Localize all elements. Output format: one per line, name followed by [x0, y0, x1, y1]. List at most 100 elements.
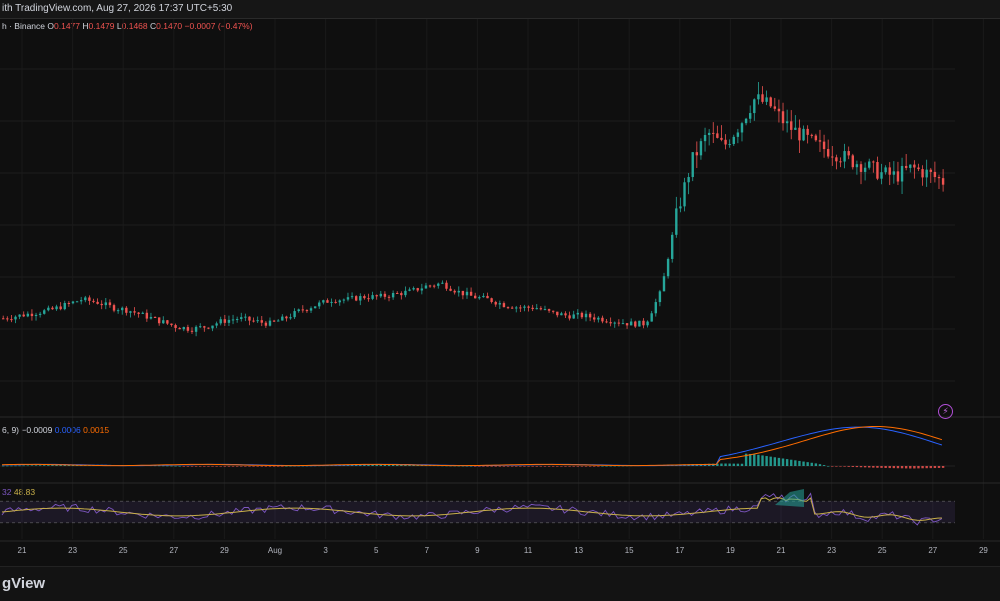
macd-histogram-bar: [790, 459, 793, 466]
candle-body: [728, 144, 731, 146]
candle-body: [597, 317, 600, 320]
candle-body: [235, 318, 239, 320]
candle-body: [543, 309, 547, 311]
candle-body: [432, 285, 436, 287]
candle-body: [691, 152, 694, 178]
macd-histogram-bar: [531, 466, 534, 467]
candle-body: [482, 295, 485, 298]
macd-histogram-bar: [925, 466, 928, 469]
macd-histogram-bar: [822, 465, 826, 466]
candle-body: [350, 296, 354, 298]
candle-body: [588, 313, 592, 318]
candle-body: [658, 291, 662, 303]
candle-body: [863, 167, 867, 172]
macd-histogram-bar: [802, 461, 805, 466]
macd-histogram-bar: [235, 466, 239, 467]
candle-body: [855, 164, 859, 168]
candle-body: [671, 234, 674, 259]
x-tick-label: 29: [979, 546, 988, 555]
candle-body: [744, 118, 748, 124]
macd-histogram-bar: [913, 466, 916, 469]
candle-body: [510, 307, 514, 309]
x-tick-label: Aug: [268, 546, 282, 555]
macd-histogram-bar: [498, 466, 502, 467]
macd-histogram-bar: [794, 460, 797, 466]
macd-histogram-bar: [909, 466, 912, 469]
macd-histogram-bar: [597, 466, 600, 467]
macd-histogram-bar: [584, 466, 588, 467]
candle-body: [859, 164, 863, 172]
candle-body: [654, 302, 657, 314]
candle-body: [203, 326, 206, 328]
candle-body: [145, 312, 149, 319]
candle-body: [285, 316, 288, 319]
macd-histogram-bar: [847, 466, 850, 467]
candle-body: [453, 290, 456, 293]
candle-body: [34, 314, 38, 317]
candle-body: [765, 97, 768, 102]
x-tick-label: 27: [928, 546, 937, 555]
candle-body: [917, 167, 920, 170]
candle-body: [194, 326, 198, 332]
macd-histogram-bar: [543, 466, 547, 467]
macd-histogram-bar: [736, 463, 740, 466]
candle-body: [342, 299, 346, 301]
candle-body: [478, 297, 481, 299]
x-tick-label: 15: [625, 546, 634, 555]
macd-histogram-bar: [917, 466, 920, 469]
candle-body: [539, 308, 543, 310]
macd-histogram-bar: [34, 465, 38, 466]
candle-body: [802, 128, 805, 141]
candle-body: [289, 317, 292, 319]
macd-histogram-bar: [851, 466, 854, 467]
macd-histogram-bar: [252, 466, 255, 467]
candle-body: [781, 111, 785, 124]
macd-histogram-bar: [211, 466, 214, 467]
candle-body: [293, 311, 296, 318]
candle-body: [248, 316, 251, 321]
macd-histogram-bar: [720, 463, 723, 466]
candle-body: [761, 94, 764, 102]
candle-body: [798, 127, 801, 141]
macd-histogram-bar: [748, 453, 752, 466]
candle-body: [474, 295, 477, 299]
candle-body: [445, 282, 448, 289]
candle-body: [547, 309, 551, 311]
macd-histogram-bar: [732, 463, 735, 466]
candle-body: [617, 322, 621, 324]
candle-body: [822, 141, 826, 150]
candle-body: [199, 326, 202, 328]
candle-body: [244, 316, 247, 318]
candle-body: [26, 313, 30, 317]
candle-body: [108, 302, 112, 306]
bolt-icon[interactable]: ⚡: [938, 404, 953, 419]
candle-body: [773, 106, 777, 109]
candle-body: [469, 291, 473, 296]
x-tick-label: 25: [878, 546, 887, 555]
macd-histogram-bar: [174, 465, 177, 467]
candle-body: [2, 318, 5, 320]
macd-histogram-bar: [929, 466, 932, 469]
macd-histogram-bar: [502, 466, 506, 467]
macd-histogram-bar: [880, 466, 883, 468]
candle-body: [937, 177, 941, 179]
candle-body: [166, 320, 169, 324]
macd-histogram-bar: [601, 465, 604, 467]
snapshot-text: ith TradingView.com, Aug 27, 2026 17:37 …: [2, 3, 233, 14]
candle-body: [613, 322, 616, 324]
candle-body: [424, 285, 428, 289]
macd-histogram-bar: [757, 454, 760, 466]
candle-body: [498, 303, 502, 305]
price-chart[interactable]: 21 23 25 27 29 Aug 3 5 7 9 11 13 15 17 19 21 23 25 27 29: [0, 19, 1000, 566]
candle-body: [629, 321, 633, 326]
macd-histogram-bar: [765, 456, 768, 466]
candle-body: [149, 317, 153, 319]
macd-histogram-bar: [547, 466, 551, 467]
candle-body: [683, 182, 686, 207]
candle-body: [55, 306, 58, 310]
candle-body: [851, 155, 854, 168]
macd-histogram-bar: [896, 466, 900, 469]
candle-body: [100, 303, 103, 306]
candle-body: [408, 289, 411, 291]
macd-histogram-bar: [166, 465, 169, 467]
